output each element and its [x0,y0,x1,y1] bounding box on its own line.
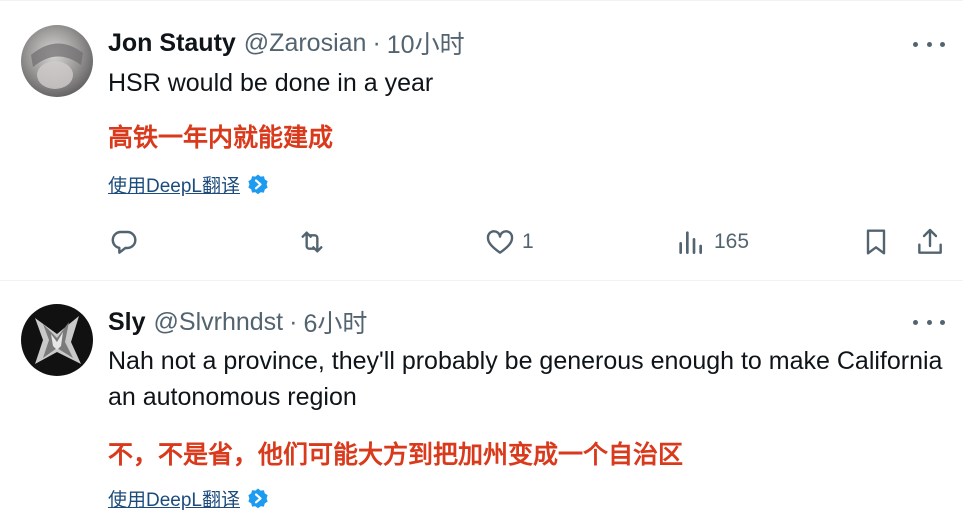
separator-dot: · [372,28,381,57]
more-icon[interactable] [913,312,945,332]
more-icon[interactable] [913,34,945,54]
translation-text: 高铁一年内就能建成 [108,124,334,152]
user-handle[interactable]: @Slvrhndst [154,308,284,337]
translate-link-label[interactable]: 使用DeepL翻译 [108,485,240,512]
bookmark-button[interactable] [860,224,892,260]
view-count: 165 [714,230,750,253]
translate-link-label[interactable]: 使用DeepL翻译 [108,171,240,198]
tweet-header: Jon Stauty @Zarosian · 10小时 [108,25,465,61]
bookmark-icon [866,229,886,255]
share-icon [918,228,942,254]
share-button[interactable] [914,224,946,260]
timestamp[interactable]: 10小时 [387,25,465,61]
tweet-text: HSR would be done in a year [108,69,434,97]
translation-text: 不，不是省，他们可能大方到把加州变成一个自治区 [108,441,684,469]
tweet[interactable]: Jon Stauty @Zarosian · 10小时 HSR would be… [0,0,963,281]
timestamp[interactable]: 6小时 [303,304,367,340]
separator-dot: · [289,307,298,336]
translate-link[interactable]: 使用DeepL翻译 [108,171,270,198]
display-name[interactable]: Jon Stauty [108,29,236,58]
translate-link[interactable]: 使用DeepL翻译 [108,485,270,512]
like-icon [486,230,514,254]
avatar[interactable] [21,304,93,376]
reply-button[interactable] [108,224,140,260]
reply-icon [111,230,137,254]
views-button[interactable]: 165 [674,224,749,260]
retweet-icon [301,231,323,253]
tweet[interactable]: Sly @Slvrhndst · 6小时 Nah not a province,… [0,281,963,529]
tweet-text: Nah not a province, they'll probably be … [108,347,943,411]
views-icon [679,231,702,254]
verified-translate-icon [248,488,268,508]
like-count: 1 [522,230,534,253]
tweet-actions: 1 165 [0,224,963,260]
avatar[interactable] [21,25,93,97]
like-button[interactable]: 1 [484,224,534,260]
verified-translate-icon [248,174,268,194]
tweet-header: Sly @Slvrhndst · 6小时 [108,304,367,340]
display-name[interactable]: Sly [108,308,146,337]
user-handle[interactable]: @Zarosian [244,29,367,58]
retweet-button[interactable] [296,224,328,260]
